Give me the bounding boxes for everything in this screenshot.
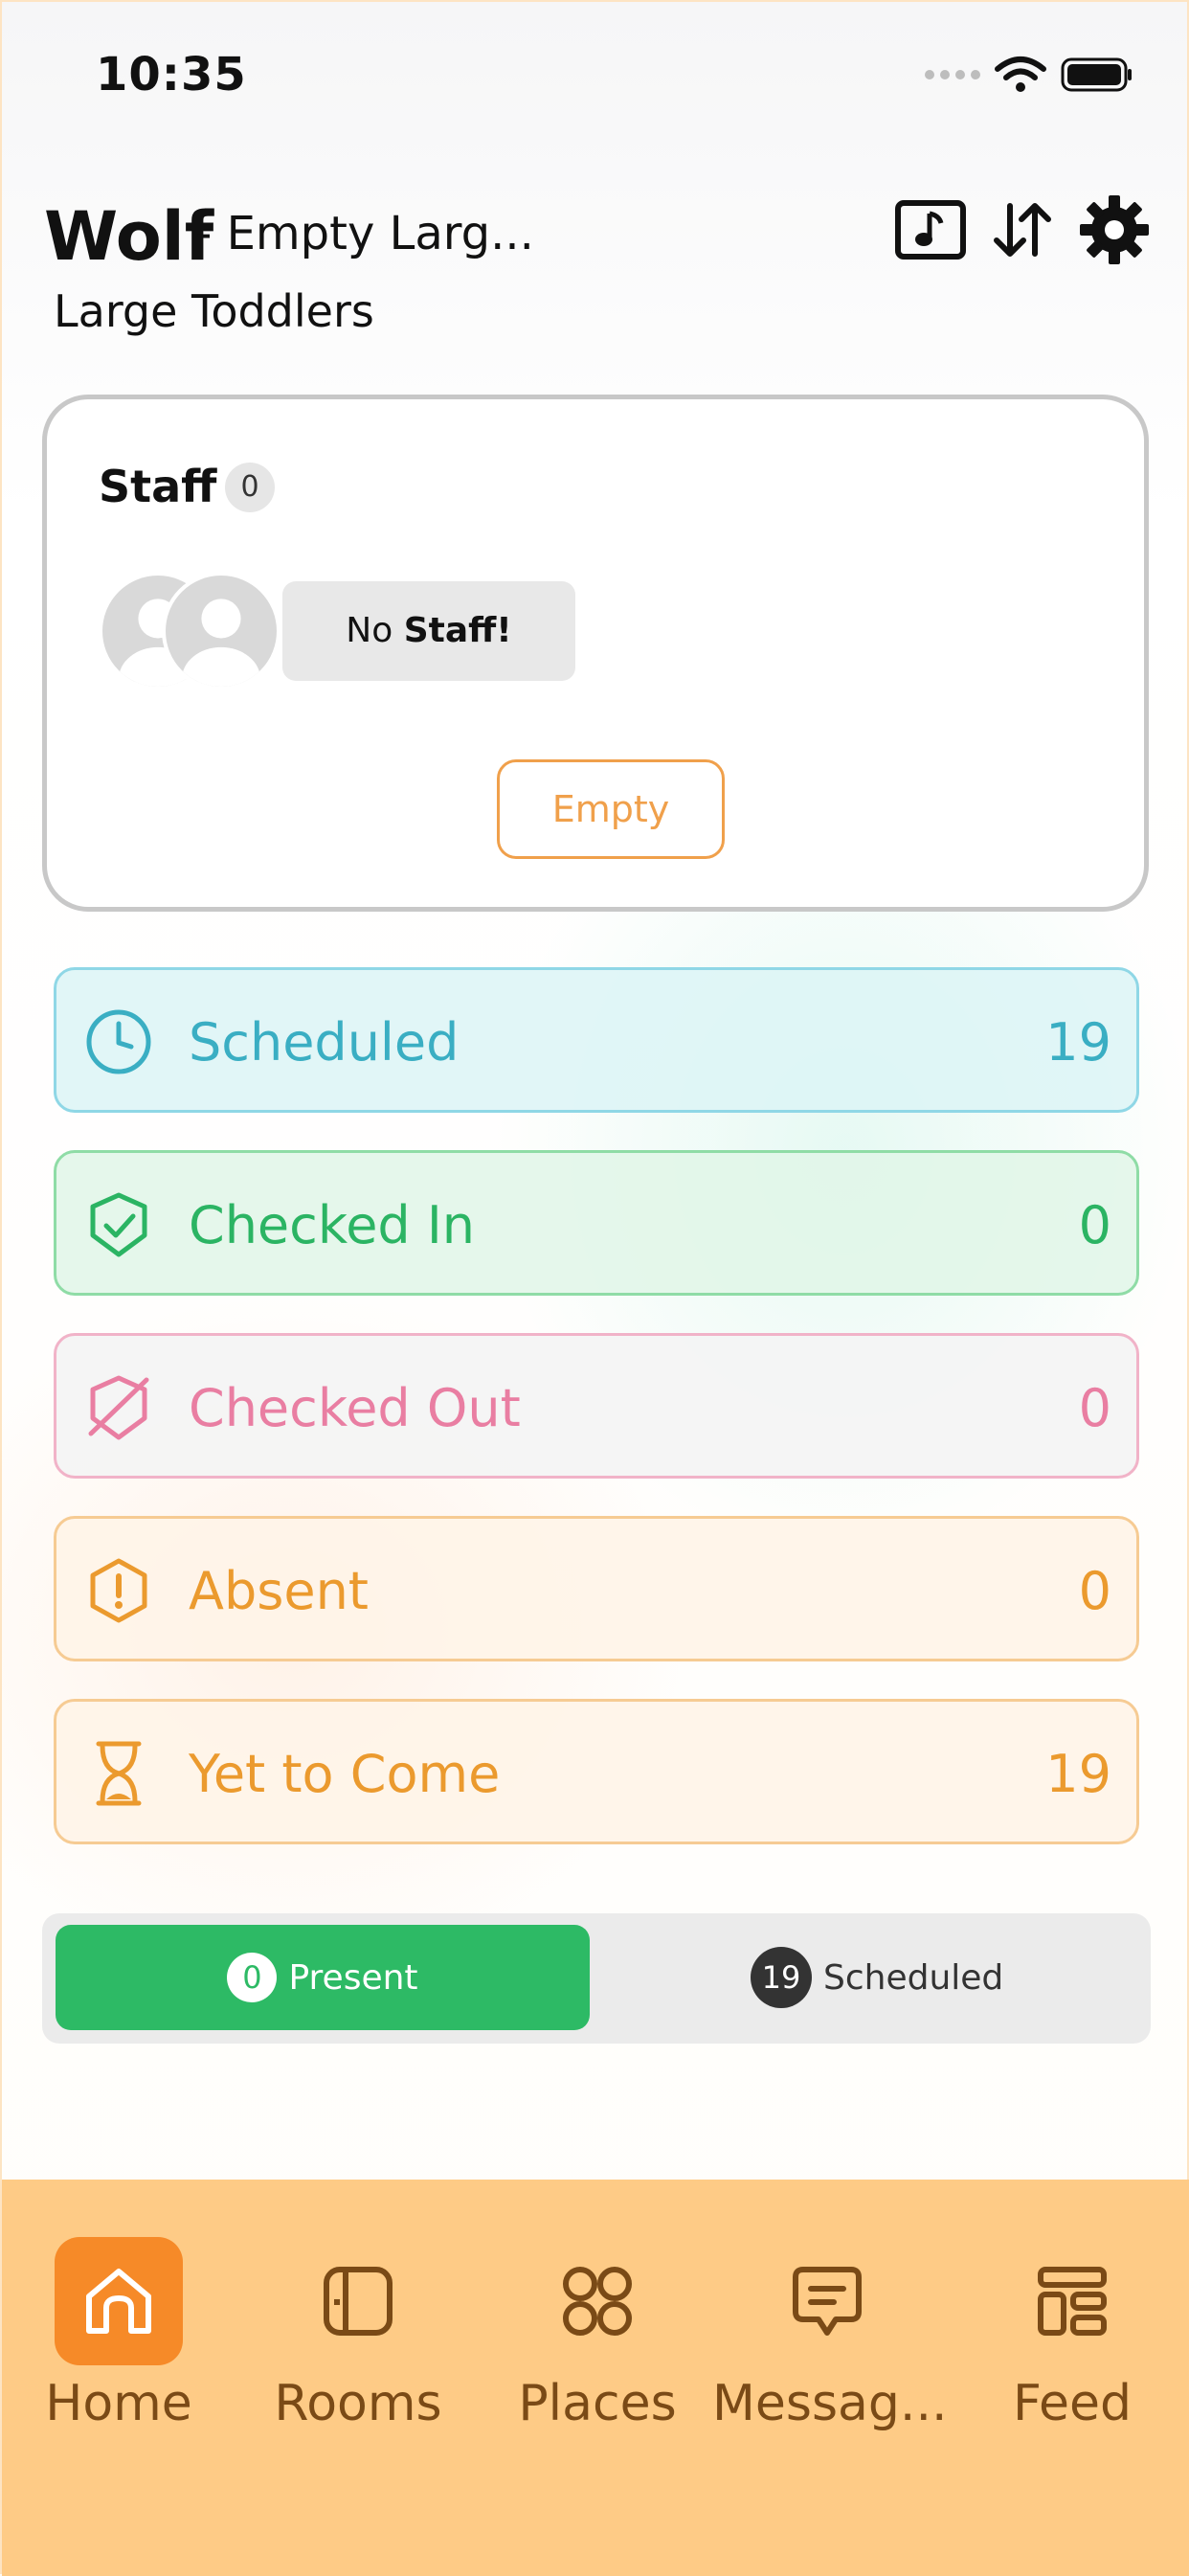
tab-rooms[interactable]: Rooms (243, 2237, 473, 2432)
status-row-yet-to-come[interactable]: Yet to Come 19 (54, 1699, 1139, 1844)
status-label: Yet to Come (189, 1744, 501, 1804)
present-count-badge: 0 (227, 1953, 278, 2002)
tab-label: Rooms (274, 2375, 442, 2432)
music-note-icon[interactable] (894, 193, 967, 266)
status-count: 0 (1078, 1195, 1111, 1255)
tab-messages[interactable]: Messag... (712, 2237, 948, 2432)
settings-gear-icon[interactable] (1078, 193, 1151, 266)
bottom-tab-bar: Home Rooms Places Messag... Feed (2, 2180, 1189, 2576)
tab-label: Messag... (712, 2375, 948, 2432)
shield-check-icon (90, 1192, 147, 1257)
status-label: Scheduled (189, 1012, 460, 1073)
segment-scheduled[interactable]: 19 Scheduled (751, 1925, 1003, 2030)
scheduled-count-badge: 19 (751, 1947, 812, 2008)
status-label: Absent (189, 1561, 369, 1621)
status-row-absent[interactable]: Absent 0 (54, 1516, 1139, 1661)
room-name: Large Toddlers (54, 285, 374, 337)
shield-off-icon (88, 1375, 149, 1440)
status-time: 10:35 (96, 48, 247, 102)
scheduled-label: Scheduled (823, 1957, 1004, 1998)
clock-icon (86, 1009, 151, 1074)
page-subtitle: - Empty Larg... (195, 207, 534, 260)
present-label: Present (288, 1957, 418, 1998)
status-row-checked-out[interactable]: Checked Out 0 (54, 1333, 1139, 1479)
no-staff-label: No Staff! (282, 581, 575, 681)
status-count: 0 (1078, 1561, 1111, 1621)
tab-places[interactable]: Places (482, 2237, 712, 2432)
tab-home[interactable]: Home (4, 2237, 234, 2432)
places-icon (533, 2237, 662, 2365)
status-label: Checked In (189, 1195, 476, 1255)
swap-arrows-icon[interactable] (986, 193, 1059, 266)
rooms-icon (294, 2237, 422, 2365)
status-row-scheduled[interactable]: Scheduled 19 (54, 967, 1139, 1113)
tab-label: Places (518, 2375, 677, 2432)
page-title: Wolf (44, 197, 214, 276)
avatar (162, 572, 280, 690)
wifi-icon (995, 56, 1046, 92)
status-icons (925, 56, 1133, 94)
battery-icon (1061, 57, 1132, 92)
hourglass-icon (96, 1741, 142, 1806)
message-icon (763, 2237, 891, 2365)
tab-label: Feed (1012, 2375, 1133, 2432)
status-count: 19 (1045, 1744, 1111, 1804)
app-screen: 10:35 Wolf - Empty Larg... Large Toddler… (0, 0, 1189, 2576)
attendance-segment: 0 Present 19 Scheduled (42, 1913, 1151, 2044)
header-actions (894, 193, 1151, 266)
no-staff-prefix: No (346, 611, 393, 650)
staff-label: Staff (99, 461, 217, 512)
empty-button[interactable]: Empty (497, 759, 725, 859)
segment-present[interactable]: 0 Present (56, 1925, 590, 2030)
status-label: Checked Out (189, 1378, 521, 1438)
staff-count-badge: 0 (225, 463, 275, 512)
alert-hexagon-icon (90, 1558, 147, 1623)
cellular-signal-icon (925, 70, 980, 79)
tab-label: Home (45, 2375, 192, 2432)
status-row-checked-in[interactable]: Checked In 0 (54, 1150, 1139, 1296)
tab-feed[interactable]: Feed (957, 2237, 1187, 2432)
no-staff-text: Staff! (403, 611, 512, 650)
home-icon (55, 2237, 183, 2365)
status-count: 0 (1078, 1378, 1111, 1438)
feed-icon (1008, 2237, 1136, 2365)
status-count: 19 (1045, 1012, 1111, 1073)
staff-card: Staff 0 No Staff! Empty (42, 395, 1149, 912)
